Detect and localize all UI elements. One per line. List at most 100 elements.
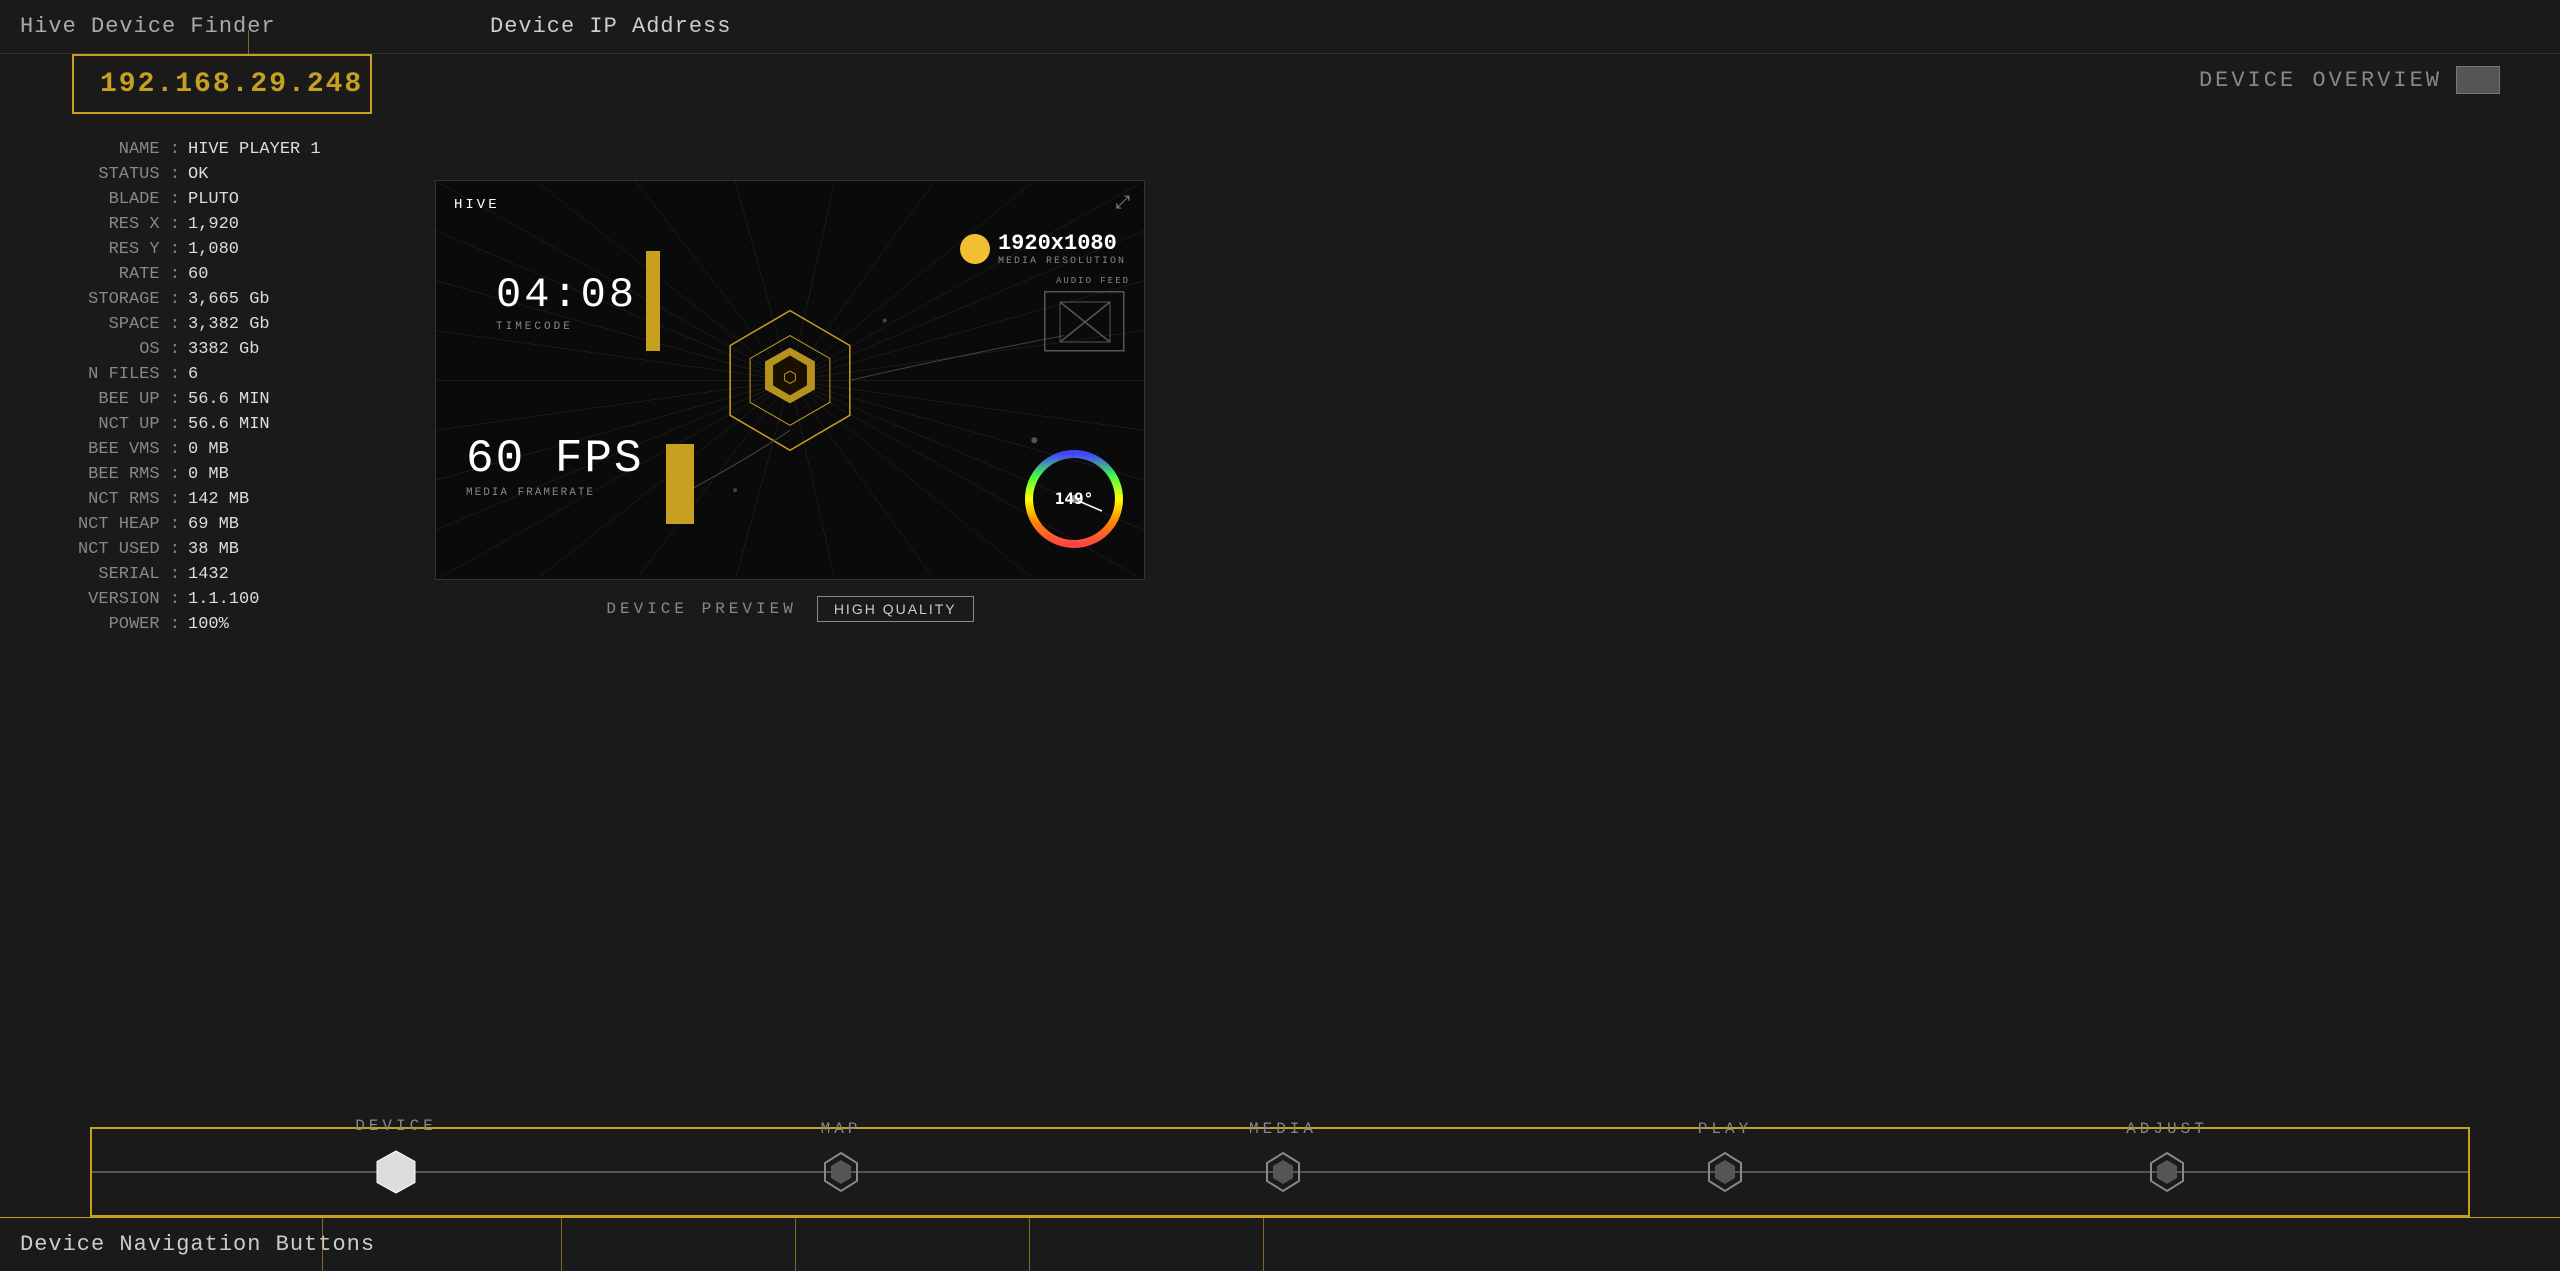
- nav-bar: DEVICE MAP MEDIA PLAY: [90, 1127, 2470, 1217]
- annotation-nav-map: [561, 1217, 562, 1271]
- info-value: PLUTO: [188, 190, 239, 209]
- nav-item-device[interactable]: DEVICE: [371, 1147, 421, 1197]
- info-value: 1,920: [188, 215, 239, 234]
- info-value: 56.6 MIN: [188, 390, 270, 409]
- info-label: BEE RMS :: [20, 465, 180, 484]
- resolution-block: 1920x1080 MEDIA RESOLUTION: [960, 231, 1126, 267]
- fps-value: 60 FPS: [466, 433, 644, 485]
- info-row: SPACE : 3,382 Gb: [20, 315, 410, 334]
- nav-items: DEVICE MAP MEDIA PLAY: [92, 1147, 2468, 1197]
- info-row: N FILES : 6: [20, 365, 410, 384]
- nav-item-media[interactable]: MEDIA: [1261, 1150, 1305, 1194]
- info-value: 56.6 MIN: [188, 415, 270, 434]
- info-label: N FILES :: [20, 365, 180, 384]
- fps-label: MEDIA FRAMERATE: [466, 487, 644, 499]
- nav-label-play: PLAY: [1698, 1120, 1752, 1138]
- info-label: NCT HEAP :: [20, 515, 180, 534]
- fps-block: 60 FPS MEDIA FRAMERATE: [466, 433, 644, 499]
- info-label: RATE :: [20, 265, 180, 284]
- info-value: 3382 Gb: [188, 340, 259, 359]
- info-value: 1.1.100: [188, 590, 259, 609]
- info-value: 100%: [188, 615, 229, 634]
- info-row: NCT UP : 56.6 MIN: [20, 415, 410, 434]
- device-preview-bar: DEVICE PREVIEW HIGH QUALITY: [435, 596, 1145, 622]
- nav-item-adjust[interactable]: ADJUST: [2145, 1150, 2189, 1194]
- info-value: 0 MB: [188, 440, 229, 459]
- audio-feed-visual: [1045, 292, 1125, 352]
- map-nav-icon: [819, 1150, 863, 1194]
- info-label: SERIAL :: [20, 565, 180, 584]
- nav-item-map[interactable]: MAP: [819, 1150, 863, 1194]
- info-panel: NAME : HIVE PLAYER 1 STATUS :OK BLADE : PLUT…: [0, 130, 430, 650]
- info-row: RES Y :1,080: [20, 240, 410, 259]
- resolution-label: MEDIA RESOLUTION: [998, 256, 1126, 267]
- info-row: BLADE : PLUTO: [20, 190, 410, 209]
- info-row: BEE RMS : 0 MB: [20, 465, 410, 484]
- info-row: NCT RMS :142 MB: [20, 490, 410, 509]
- svg-text:149°: 149°: [1055, 489, 1094, 508]
- app-title: Hive Device Finder: [0, 14, 276, 39]
- info-value: 3,665 Gb: [188, 290, 270, 309]
- info-value: HIVE PLAYER 1: [188, 140, 321, 159]
- info-label: BLADE :: [20, 190, 180, 209]
- info-label: RES X :: [20, 215, 180, 234]
- info-row: OS : 3382 Gb: [20, 340, 410, 359]
- info-value: 3,382 Gb: [188, 315, 270, 334]
- info-value: 6: [188, 365, 198, 384]
- device-overview-label: DEVICE OVERVIEW: [2199, 68, 2442, 93]
- info-row: SERIAL : 1432: [20, 565, 410, 584]
- info-label: NAME :: [20, 140, 180, 159]
- info-value: 1432: [188, 565, 229, 584]
- info-label: BEE VMS :: [20, 440, 180, 459]
- info-label: BEE UP :: [20, 390, 180, 409]
- timecode-label: TIMECODE: [496, 321, 637, 333]
- timecode-value: 04:08: [496, 271, 637, 319]
- ip-box[interactable]: ⬡ 192.168.29.248: [72, 54, 372, 114]
- info-label: NCT UP :: [20, 415, 180, 434]
- info-row: STATUS :OK: [20, 165, 410, 184]
- info-label: SPACE :: [20, 315, 180, 334]
- device-nav-icon: [371, 1147, 421, 1197]
- expand-icon[interactable]: ⤢: [1116, 193, 1130, 214]
- ip-address-label: Device IP Address: [490, 0, 731, 54]
- preview-container: ⬡ HIVE ⤢ 04:08 TIMECODE 60 FPS MEDIA FRA…: [435, 180, 1145, 580]
- info-row: POWER : 100%: [20, 615, 410, 634]
- ip-address-value: 192.168.29.248: [100, 69, 363, 100]
- info-row: BEE VMS : 0 MB: [20, 440, 410, 459]
- nav-label-map: MAP: [821, 1120, 862, 1138]
- info-row: RES X : 1,920: [20, 215, 410, 234]
- info-value: 0 MB: [188, 465, 229, 484]
- timecode-bar: [646, 251, 660, 351]
- header: Hive Device Finder: [0, 0, 2560, 54]
- nav-label-media: MEDIA: [1249, 1120, 1317, 1138]
- info-label: NCT USED :: [20, 540, 180, 559]
- annotation-nav-device: [322, 1217, 323, 1271]
- resolution-value: 1920x1080: [998, 231, 1126, 256]
- nav-item-play[interactable]: PLAY: [1703, 1150, 1747, 1194]
- info-row: NCT USED :38 MB: [20, 540, 410, 559]
- info-value: 142 MB: [188, 490, 249, 509]
- dial-visual: 149°: [1024, 449, 1124, 549]
- fps-bar: [666, 444, 694, 524]
- adjust-nav-icon: [2145, 1150, 2189, 1194]
- info-row: BEE UP : 56.6 MIN: [20, 390, 410, 409]
- annotation-nav-play: [1029, 1217, 1030, 1271]
- bottom-bar: Device Navigation Buttons: [0, 1217, 2560, 1271]
- info-label: OS :: [20, 340, 180, 359]
- media-nav-icon: [1261, 1150, 1305, 1194]
- hive-watermark: HIVE: [454, 197, 500, 213]
- info-label: VERSION :: [20, 590, 180, 609]
- info-row: STORAGE :3,665 Gb: [20, 290, 410, 309]
- device-preview-label: DEVICE PREVIEW: [606, 600, 796, 618]
- device-overview-section: DEVICE OVERVIEW: [2199, 66, 2500, 94]
- info-label: RES Y :: [20, 240, 180, 259]
- high-quality-button[interactable]: HIGH QUALITY: [817, 596, 974, 622]
- nav-label-adjust: ADJUST: [2126, 1120, 2208, 1138]
- audio-feed-label: AUDIO FEED: [1056, 276, 1130, 286]
- info-row: NCT HEAP : 69 MB: [20, 515, 410, 534]
- annotation-nav-adjust: [1263, 1217, 1264, 1271]
- resolution-indicator: [960, 234, 990, 264]
- device-overview-button[interactable]: [2456, 66, 2500, 94]
- info-value: 69 MB: [188, 515, 239, 534]
- info-label: POWER :: [20, 615, 180, 634]
